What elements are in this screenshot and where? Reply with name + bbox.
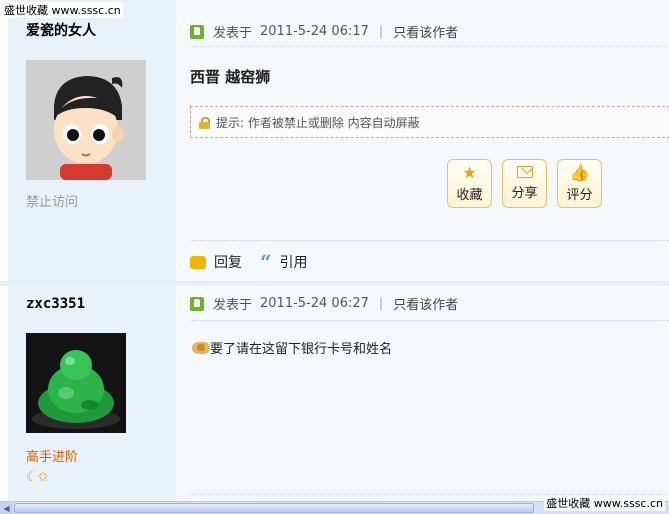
avatar[interactable] xyxy=(26,333,126,433)
user-badge-icon xyxy=(190,296,204,311)
favorite-button[interactable]: ★ 收藏 xyxy=(447,159,492,208)
posted-time: 2011-5-24 06:27 xyxy=(260,296,369,311)
only-author-link[interactable]: 只看该作者 xyxy=(393,294,458,313)
action-buttons: ★ 收藏 分享 👍 评分 xyxy=(447,159,602,208)
meta-divider: | xyxy=(378,24,384,39)
divider xyxy=(190,320,669,321)
author-name[interactable]: 爱瓷的女人 xyxy=(26,20,96,40)
posted-prefix: 发表于 xyxy=(213,26,253,41)
share-button[interactable]: 分享 xyxy=(502,159,547,208)
rate-label: 评分 xyxy=(566,188,593,203)
post-title: 西晋 越窑狮 xyxy=(190,68,271,86)
quote-link[interactable]: 引用 xyxy=(280,252,308,272)
share-label: 分享 xyxy=(511,186,538,201)
handshake-icon xyxy=(192,341,210,354)
scroll-left-icon[interactable]: ◀ xyxy=(0,502,13,514)
moon-icon: ☾ xyxy=(26,470,38,485)
favorite-label: 收藏 xyxy=(456,188,483,203)
meta-divider: | xyxy=(378,296,384,311)
post-meta: 发表于 2011-5-24 06:17 | 只看该作者 xyxy=(190,22,458,41)
content-column: 发表于 2011-5-24 06:27 | 只看该作者 要了请在这留下银行卡号和… xyxy=(176,286,669,500)
notice-box: 提示: 作者被禁止或删除 内容自动屏蔽 xyxy=(190,106,669,138)
content-column: 发表于 2011-5-24 06:17 | 只看该作者 西晋 越窑狮 提示: 作… xyxy=(176,0,669,281)
posted-time: 2011-5-24 06:17 xyxy=(260,24,369,39)
post-1: 爱瓷的女人 禁止访问 发表于 2011-5-24 06:17 | 只看该作者 西… xyxy=(0,0,669,281)
scroll-thumb[interactable] xyxy=(14,503,534,513)
user-badge-icon xyxy=(190,24,204,39)
user-rank: 高手进阶 xyxy=(26,450,79,465)
rank-icons: ☾✩ xyxy=(26,470,49,485)
author-name[interactable]: zxc3351 xyxy=(26,296,85,312)
share-icon xyxy=(516,166,533,178)
reply-icon xyxy=(190,255,206,269)
author-column: 爱瓷的女人 禁止访问 xyxy=(8,0,176,281)
divider xyxy=(190,46,669,47)
only-author-link[interactable]: 只看该作者 xyxy=(393,22,458,41)
reply-link[interactable]: 回复 xyxy=(214,252,242,272)
star-icon: ✩ xyxy=(37,470,49,485)
user-status: 禁止访问 xyxy=(26,195,79,210)
message-text: 要了请在这留下银行卡号和姓名 xyxy=(210,342,393,357)
post-message: 要了请在这留下银行卡号和姓名 xyxy=(192,338,392,357)
divider xyxy=(190,240,669,241)
watermark-bottom: 盛世收藏 www.sssc.cn xyxy=(544,495,665,511)
lock-icon xyxy=(199,116,210,129)
rate-button[interactable]: 👍 评分 xyxy=(557,159,602,208)
thumbs-up-icon: 👍 xyxy=(569,163,590,182)
star-icon: ★ xyxy=(462,163,477,182)
post-2: zxc3351 高手进阶 ☾✩ 发表于 2011-5-24 06:27 | 只看… xyxy=(0,286,669,500)
watermark-top: 盛世收藏 www.sssc.cn xyxy=(2,2,123,18)
avatar[interactable] xyxy=(26,60,146,180)
notice-text: 提示: 作者被禁止或删除 内容自动屏蔽 xyxy=(216,115,420,130)
post-meta: 发表于 2011-5-24 06:27 | 只看该作者 xyxy=(190,294,458,313)
posted-prefix: 发表于 xyxy=(213,298,253,313)
author-column: zxc3351 高手进阶 ☾✩ xyxy=(8,286,176,500)
quote-icon: “ xyxy=(260,250,272,274)
reply-bar: 回复 “ 引用 xyxy=(190,252,308,272)
